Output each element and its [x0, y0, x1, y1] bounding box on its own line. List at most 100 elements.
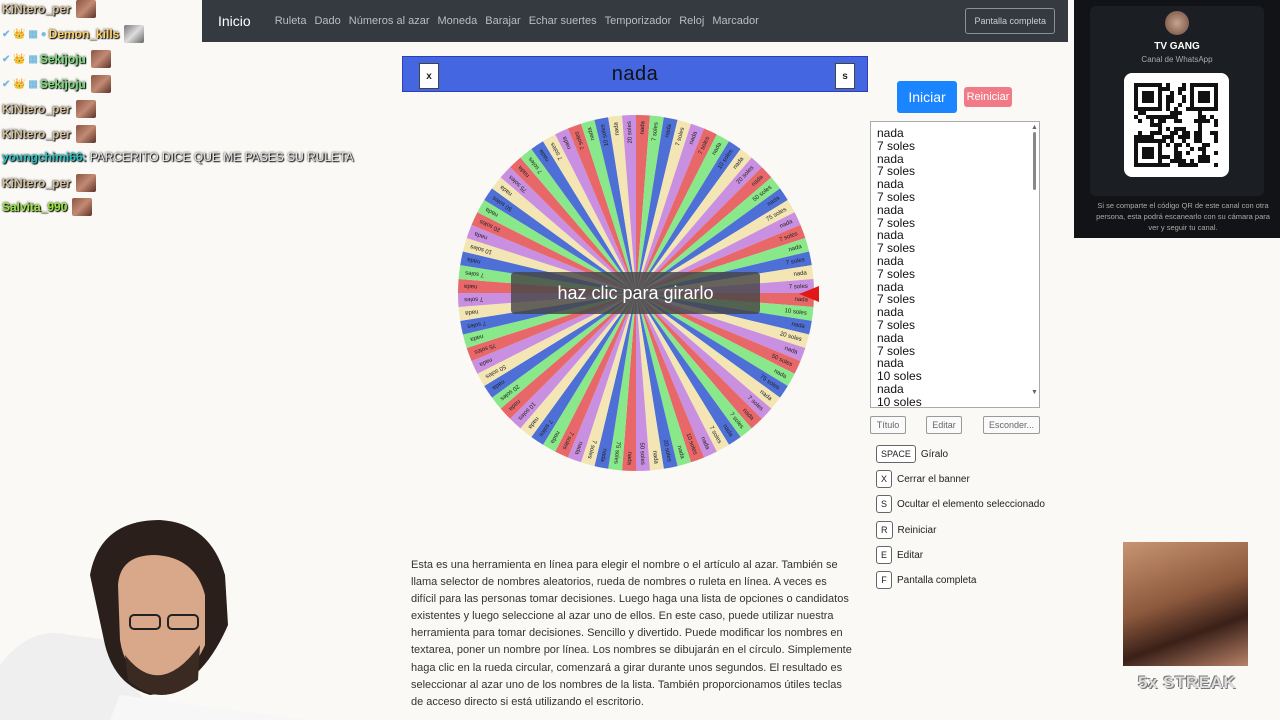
chat-emote-icon [90, 75, 111, 93]
chat-username[interactable]: KiNtero_per [2, 102, 71, 116]
options-scrollbar-thumb[interactable] [1033, 132, 1036, 190]
nav-link[interactable]: Reloj [679, 15, 704, 27]
option-line: nada [877, 330, 904, 345]
chat-emote-icon [75, 0, 96, 18]
hide-button[interactable]: Esconder... [983, 416, 1040, 434]
chat-badges-icon: ✔ 👑 ▦ ● [2, 28, 47, 40]
shortcut-item: F Pantalla completa [876, 571, 977, 589]
wheel-segment-label: nada [626, 451, 633, 465]
option-line: nada [877, 202, 904, 217]
reset-button[interactable]: Reiniciar [964, 87, 1012, 107]
nav-link[interactable]: Echar suertes [529, 15, 597, 27]
webcam-overlay [0, 520, 310, 720]
chat-badges-icon: ✔ 👑 ▦ [2, 78, 38, 90]
chat-badges-icon: ✔ 👑 ▦ [2, 53, 38, 65]
close-banner-button[interactable]: x [419, 63, 439, 89]
chat-username[interactable]: KiNtero_per [2, 127, 71, 141]
chat-message: KiNtero_per [2, 100, 96, 118]
wheel-pointer-icon [799, 286, 819, 302]
fullscreen-button[interactable]: Pantalla completa [965, 8, 1055, 34]
chat-username[interactable]: Demon_kills [49, 27, 120, 41]
option-line: 7 soles [877, 266, 916, 281]
banner-title: nada [611, 62, 659, 85]
nav-link[interactable]: Moneda [437, 15, 477, 27]
option-line: nada [877, 253, 904, 268]
chat-message: ✔ 👑 ▦ Sekijoju [2, 50, 111, 68]
wheel-segment-label: 20 soles [627, 121, 634, 144]
channel-subtitle: Canal de WhatsApp [1141, 55, 1213, 64]
nav-links: Ruleta Dado Números al azar Moneda Barajar Ec… [275, 15, 767, 27]
nav-link[interactable]: Números al azar [349, 15, 430, 27]
chat-emote-icon [75, 125, 96, 143]
edit-button[interactable]: Editar [926, 416, 962, 434]
option-line: nada [877, 381, 904, 396]
shortcut-label: Ocultar el elemento seleccionado [897, 498, 1045, 510]
chat-emote-icon [72, 198, 93, 216]
shortcut-key[interactable]: F [876, 571, 892, 589]
nav-link[interactable]: Marcador [712, 15, 758, 27]
streak-label: 5x STREAK [1137, 673, 1237, 692]
shortcut-item: SPACE Gíralo [876, 445, 948, 463]
nav-link[interactable]: Barajar [485, 15, 520, 27]
top-navbar: Inicio Ruleta Dado Números al azar Moneda Ba… [202, 0, 1068, 42]
chat-message: KiNtero_per [2, 174, 96, 192]
chat-username[interactable]: Sekijoju [40, 77, 86, 91]
shortcut-item: R Reiniciar [876, 521, 936, 539]
chat-message: youngchimi66: PARCERITO DICE QUE ME PASES… [2, 150, 354, 164]
shortcut-label: Gíralo [920, 448, 949, 460]
nav-link[interactable]: Temporizador [605, 15, 672, 27]
title-button[interactable]: Título [870, 416, 906, 434]
shortcut-key[interactable]: E [876, 546, 893, 564]
scroll-up-icon[interactable]: ▲ [1031, 124, 1038, 131]
spin-wheel-label[interactable]: haz clic para girarlo [511, 272, 760, 314]
chat-username[interactable]: youngchimi66: [2, 150, 87, 164]
shortcut-item: E Editar [876, 546, 923, 564]
chat-message: ✔ 👑 ▦ Sekijoju [2, 75, 111, 93]
nav-link[interactable]: Dado [314, 15, 340, 27]
nav-link[interactable]: Ruleta [275, 15, 307, 27]
shortcut-key[interactable]: X [876, 470, 893, 488]
wheel-segment-label: 50 soles [638, 442, 645, 465]
shortcut-label: Pantalla completa [897, 574, 977, 586]
shortcut-key[interactable]: SPACE [876, 445, 916, 463]
chat-text: PARCERITO DICE QUE ME PASES SU RULETA [89, 150, 354, 164]
option-line: 7 soles [877, 317, 916, 332]
chat-message: ✔ 👑 ▦ ● Demon_kills [2, 25, 145, 43]
chat-message: KiNtero_per [2, 125, 96, 143]
shortcut-key[interactable]: S [876, 495, 893, 513]
scroll-down-icon[interactable]: ▼ [1031, 389, 1038, 396]
result-banner: x nada s [402, 56, 868, 92]
shortcut-key[interactable]: R [876, 521, 893, 539]
chat-message: Salvita_990 [2, 198, 93, 216]
streak-emote-image [1123, 542, 1248, 666]
tool-description: Esta es una herramienta en línea para el… [411, 559, 852, 708]
shortcut-item: X Cerrar el banner [876, 470, 970, 488]
chat-username[interactable]: KiNtero_per [2, 2, 71, 16]
shortcut-item: S Ocultar el elemento seleccionado [876, 495, 1045, 513]
option-line: 10 soles [877, 394, 922, 408]
chat-emote-icon [75, 174, 96, 192]
chat-emote-icon [75, 100, 96, 118]
nav-brand[interactable]: Inicio [218, 13, 251, 29]
wheel-segment-label: nada [463, 283, 477, 290]
channel-note: Si se comparte el código QR de este cana… [1096, 201, 1270, 232]
hide-element-button[interactable]: s [835, 63, 855, 89]
channel-avatar [1165, 11, 1189, 35]
option-line: nada [877, 126, 904, 140]
chat-message: KiNtero_per [2, 0, 96, 18]
wheel-segment-label: 7 soles [464, 295, 483, 302]
shortcut-label: Reiniciar [897, 524, 937, 536]
option-line: 7 soles [877, 189, 916, 204]
option-line: 7 soles [877, 138, 916, 153]
shortcut-label: Editar [897, 549, 924, 561]
options-textarea[interactable]: nada 7 soles nada 7 soles nada 7 soles nada 7 s… [870, 121, 1040, 408]
chat-username[interactable]: Salvita_990 [2, 200, 67, 214]
wheel-segment-label: nada [640, 120, 647, 134]
chat-emote-icon [124, 25, 145, 43]
shortcut-label: Cerrar el banner [897, 473, 970, 485]
start-button[interactable]: Iniciar [897, 81, 957, 113]
chat-emote-icon [90, 50, 111, 68]
chat-username[interactable]: Sekijoju [40, 52, 86, 66]
chat-username[interactable]: KiNtero_per [2, 176, 71, 190]
channel-title: TV GANG [1154, 41, 1200, 52]
